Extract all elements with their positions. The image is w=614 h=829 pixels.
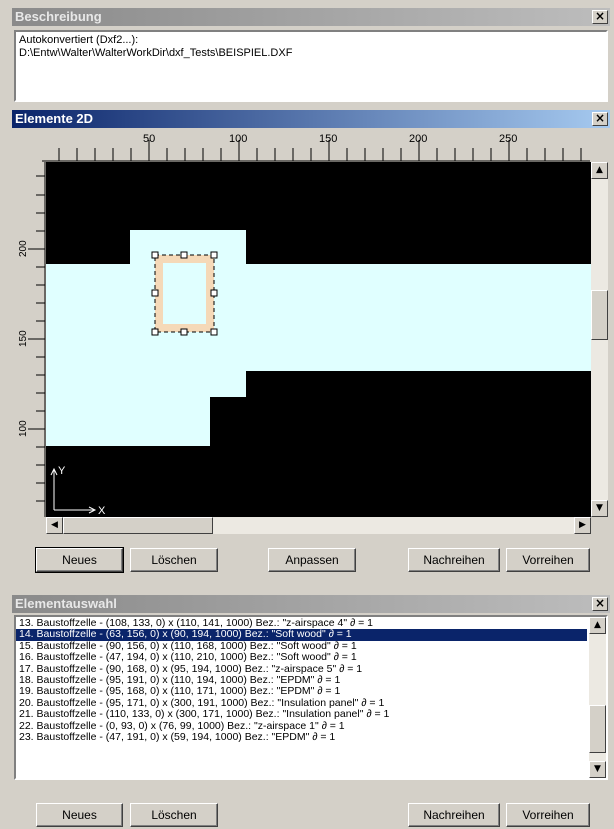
beschreibung-titlebar[interactable]: Beschreibung × xyxy=(12,8,610,26)
list-item-selected[interactable]: 14. Baustoffzelle - (63, 156, 0) x (90, … xyxy=(16,629,587,641)
axis-x-label: X xyxy=(98,505,106,517)
top-ruler-label-200: 200 xyxy=(409,133,427,145)
left-ruler-label-200: 200 xyxy=(18,240,29,257)
list-item[interactable]: 13. Baustoffzelle - (108, 133, 0) x (110… xyxy=(16,618,587,629)
auswahl-loeschen-button[interactable]: Löschen xyxy=(130,803,218,827)
auswahl-title: Elementauswahl xyxy=(15,596,117,611)
auswahl-titlebar[interactable]: Elementauswahl × xyxy=(12,595,610,613)
scroll-up-icon[interactable]: ▲ xyxy=(591,162,608,179)
top-ruler-label-100: 100 xyxy=(229,133,247,145)
left-ruler: 200 150 100 xyxy=(18,162,46,517)
beschreibung-textarea[interactable]: Autokonvertiert (Dxf2...): D:\Entw\Walte… xyxy=(14,30,608,102)
canvas-vscroll[interactable]: ▲ ▼ xyxy=(591,162,608,517)
drawing-canvas[interactable]: Y X xyxy=(46,162,592,517)
left-ruler-label-150: 150 xyxy=(18,330,29,347)
scroll-down-icon[interactable]: ▼ xyxy=(591,500,608,517)
beschreibung-line2: D:\Entw\Walter\WalterWorkDir\dxf_Tests\B… xyxy=(19,47,293,59)
list-item[interactable]: 18. Baustoffzelle - (95, 191, 0) x (110,… xyxy=(16,675,587,686)
beschreibung-close-icon[interactable]: × xyxy=(592,10,608,24)
elemente-titlebar[interactable]: Elemente 2D × xyxy=(12,110,610,128)
axis-y-label: Y xyxy=(58,465,66,477)
elemente-panel: Elemente 2D × 50 100 150 200 250 200 150… xyxy=(12,110,610,585)
list-item[interactable]: 17. Baustoffzelle - (90, 168, 0) x (95, … xyxy=(16,664,587,675)
beschreibung-title: Beschreibung xyxy=(15,9,102,24)
nachreihen-button[interactable]: Nachreihen xyxy=(408,548,500,572)
list-item[interactable]: 21. Baustoffzelle - (110, 133, 0) x (300… xyxy=(16,709,587,720)
canvas-vscroll-thumb[interactable] xyxy=(591,290,608,340)
neues-button[interactable]: Neues xyxy=(35,547,124,573)
elemente-title: Elemente 2D xyxy=(15,111,94,126)
top-ruler-label-150: 150 xyxy=(319,133,337,145)
list-item[interactable]: 20. Baustoffzelle - (95, 171, 0) x (300,… xyxy=(16,698,587,709)
list-item[interactable]: 16. Baustoffzelle - (47, 194, 0) x (110,… xyxy=(16,652,587,663)
auswahl-nachreihen-button[interactable]: Nachreihen xyxy=(408,803,500,827)
element-list-items: 13. Baustoffzelle - (108, 133, 0) x (110… xyxy=(16,618,587,743)
element-list[interactable]: 13. Baustoffzelle - (108, 133, 0) x (110… xyxy=(14,615,608,780)
auswahl-panel: Elementauswahl × 13. Baustoffzelle - (10… xyxy=(12,595,610,829)
list-scroll-up-icon[interactable]: ▲ xyxy=(589,617,606,634)
list-scroll-down-icon[interactable]: ▼ xyxy=(589,761,606,778)
anpassen-button[interactable]: Anpassen xyxy=(268,548,356,572)
vorreihen-button[interactable]: Vorreihen xyxy=(506,548,590,572)
auswahl-close-icon[interactable]: × xyxy=(592,597,608,611)
scroll-left-icon[interactable]: ◀ xyxy=(46,517,63,534)
canvas-hscroll-thumb[interactable] xyxy=(63,517,213,534)
top-ruler: 50 100 150 200 250 xyxy=(42,133,590,162)
left-ruler-ticks xyxy=(28,175,45,502)
beschreibung-line1: Autokonvertiert (Dxf2...): xyxy=(19,34,139,46)
left-ruler-label-100: 100 xyxy=(18,420,29,437)
canvas-hscroll[interactable]: ◀ ▶ xyxy=(46,517,591,534)
list-item[interactable]: 19. Baustoffzelle - (95, 168, 0) x (110,… xyxy=(16,686,587,697)
auswahl-neues-button[interactable]: Neues xyxy=(36,803,123,827)
top-ruler-label-50: 50 xyxy=(143,133,155,145)
auswahl-vorreihen-button[interactable]: Vorreihen xyxy=(506,803,590,827)
scroll-right-icon[interactable]: ▶ xyxy=(574,517,591,534)
list-item[interactable]: 15. Baustoffzelle - (90, 156, 0) x (110,… xyxy=(16,641,587,652)
list-item[interactable]: 23. Baustoffzelle - (47, 191, 0) x (59, … xyxy=(16,732,587,743)
list-vscroll[interactable]: ▲ ▼ xyxy=(589,617,606,778)
top-ruler-label-250: 250 xyxy=(499,133,517,145)
list-vscroll-thumb[interactable] xyxy=(589,705,606,753)
list-item[interactable]: 22. Baustoffzelle - (0, 93, 0) x (76, 99… xyxy=(16,721,587,732)
loeschen-button[interactable]: Löschen xyxy=(130,548,218,572)
elemente-close-icon[interactable]: × xyxy=(592,112,608,126)
beschreibung-panel: Beschreibung × Autokonvertiert (Dxf2...)… xyxy=(12,8,610,104)
soft-wood-frame-inner xyxy=(163,263,206,324)
